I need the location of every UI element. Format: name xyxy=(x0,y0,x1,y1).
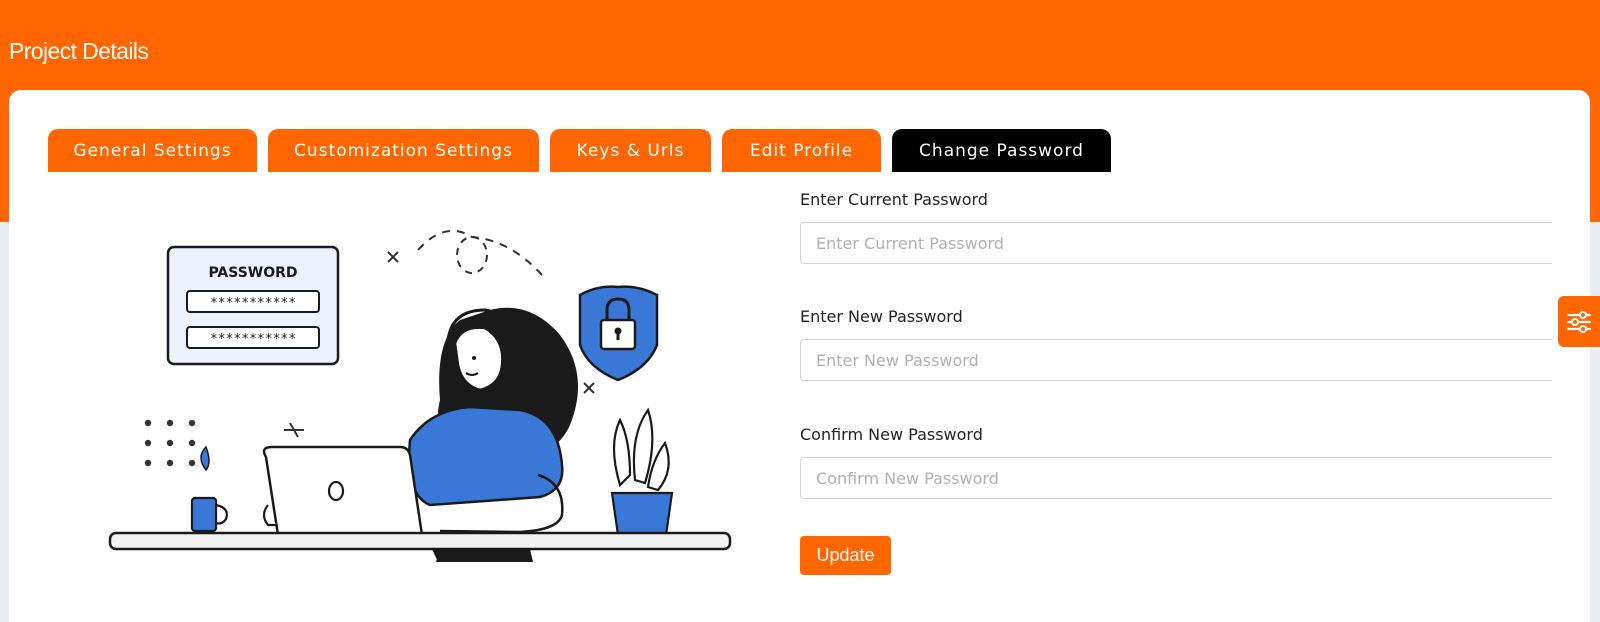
dashed-swirl xyxy=(417,229,543,276)
settings-panel-toggle[interactable] xyxy=(1558,296,1600,347)
confirm-password-label: Confirm New Password xyxy=(800,425,983,444)
masked-text-1: *********** xyxy=(210,296,296,311)
current-password-input[interactable] xyxy=(800,222,1552,264)
password-card-title: PASSWORD xyxy=(208,265,297,281)
chair-base xyxy=(432,549,533,562)
tab-general-settings[interactable]: General Settings xyxy=(48,129,257,172)
steam xyxy=(200,445,210,472)
password-illustration: PASSWORD *********** *********** xyxy=(108,229,732,562)
tab-keys-urls[interactable]: Keys & Urls xyxy=(550,129,711,172)
new-password-label: Enter New Password xyxy=(800,307,963,326)
current-password-label: Enter Current Password xyxy=(800,190,988,209)
page-title: Project Details xyxy=(9,38,149,64)
new-password-input[interactable] xyxy=(800,339,1552,381)
tab-change-password[interactable]: Change Password xyxy=(892,129,1111,172)
tab-customization-settings[interactable]: Customization Settings xyxy=(268,129,539,172)
confirm-password-input[interactable] xyxy=(800,457,1552,499)
desk xyxy=(108,531,732,551)
dot-grid xyxy=(144,419,196,467)
mug-icon xyxy=(190,496,218,533)
sliders-icon xyxy=(1566,310,1592,333)
masked-text-2: *********** xyxy=(210,332,296,347)
plant-leaf xyxy=(612,417,632,488)
torso xyxy=(408,405,564,507)
tab-edit-profile[interactable]: Edit Profile xyxy=(722,129,881,172)
dashed-loop xyxy=(456,236,488,274)
plant-pot xyxy=(610,491,674,537)
update-button[interactable]: Update xyxy=(800,536,891,575)
